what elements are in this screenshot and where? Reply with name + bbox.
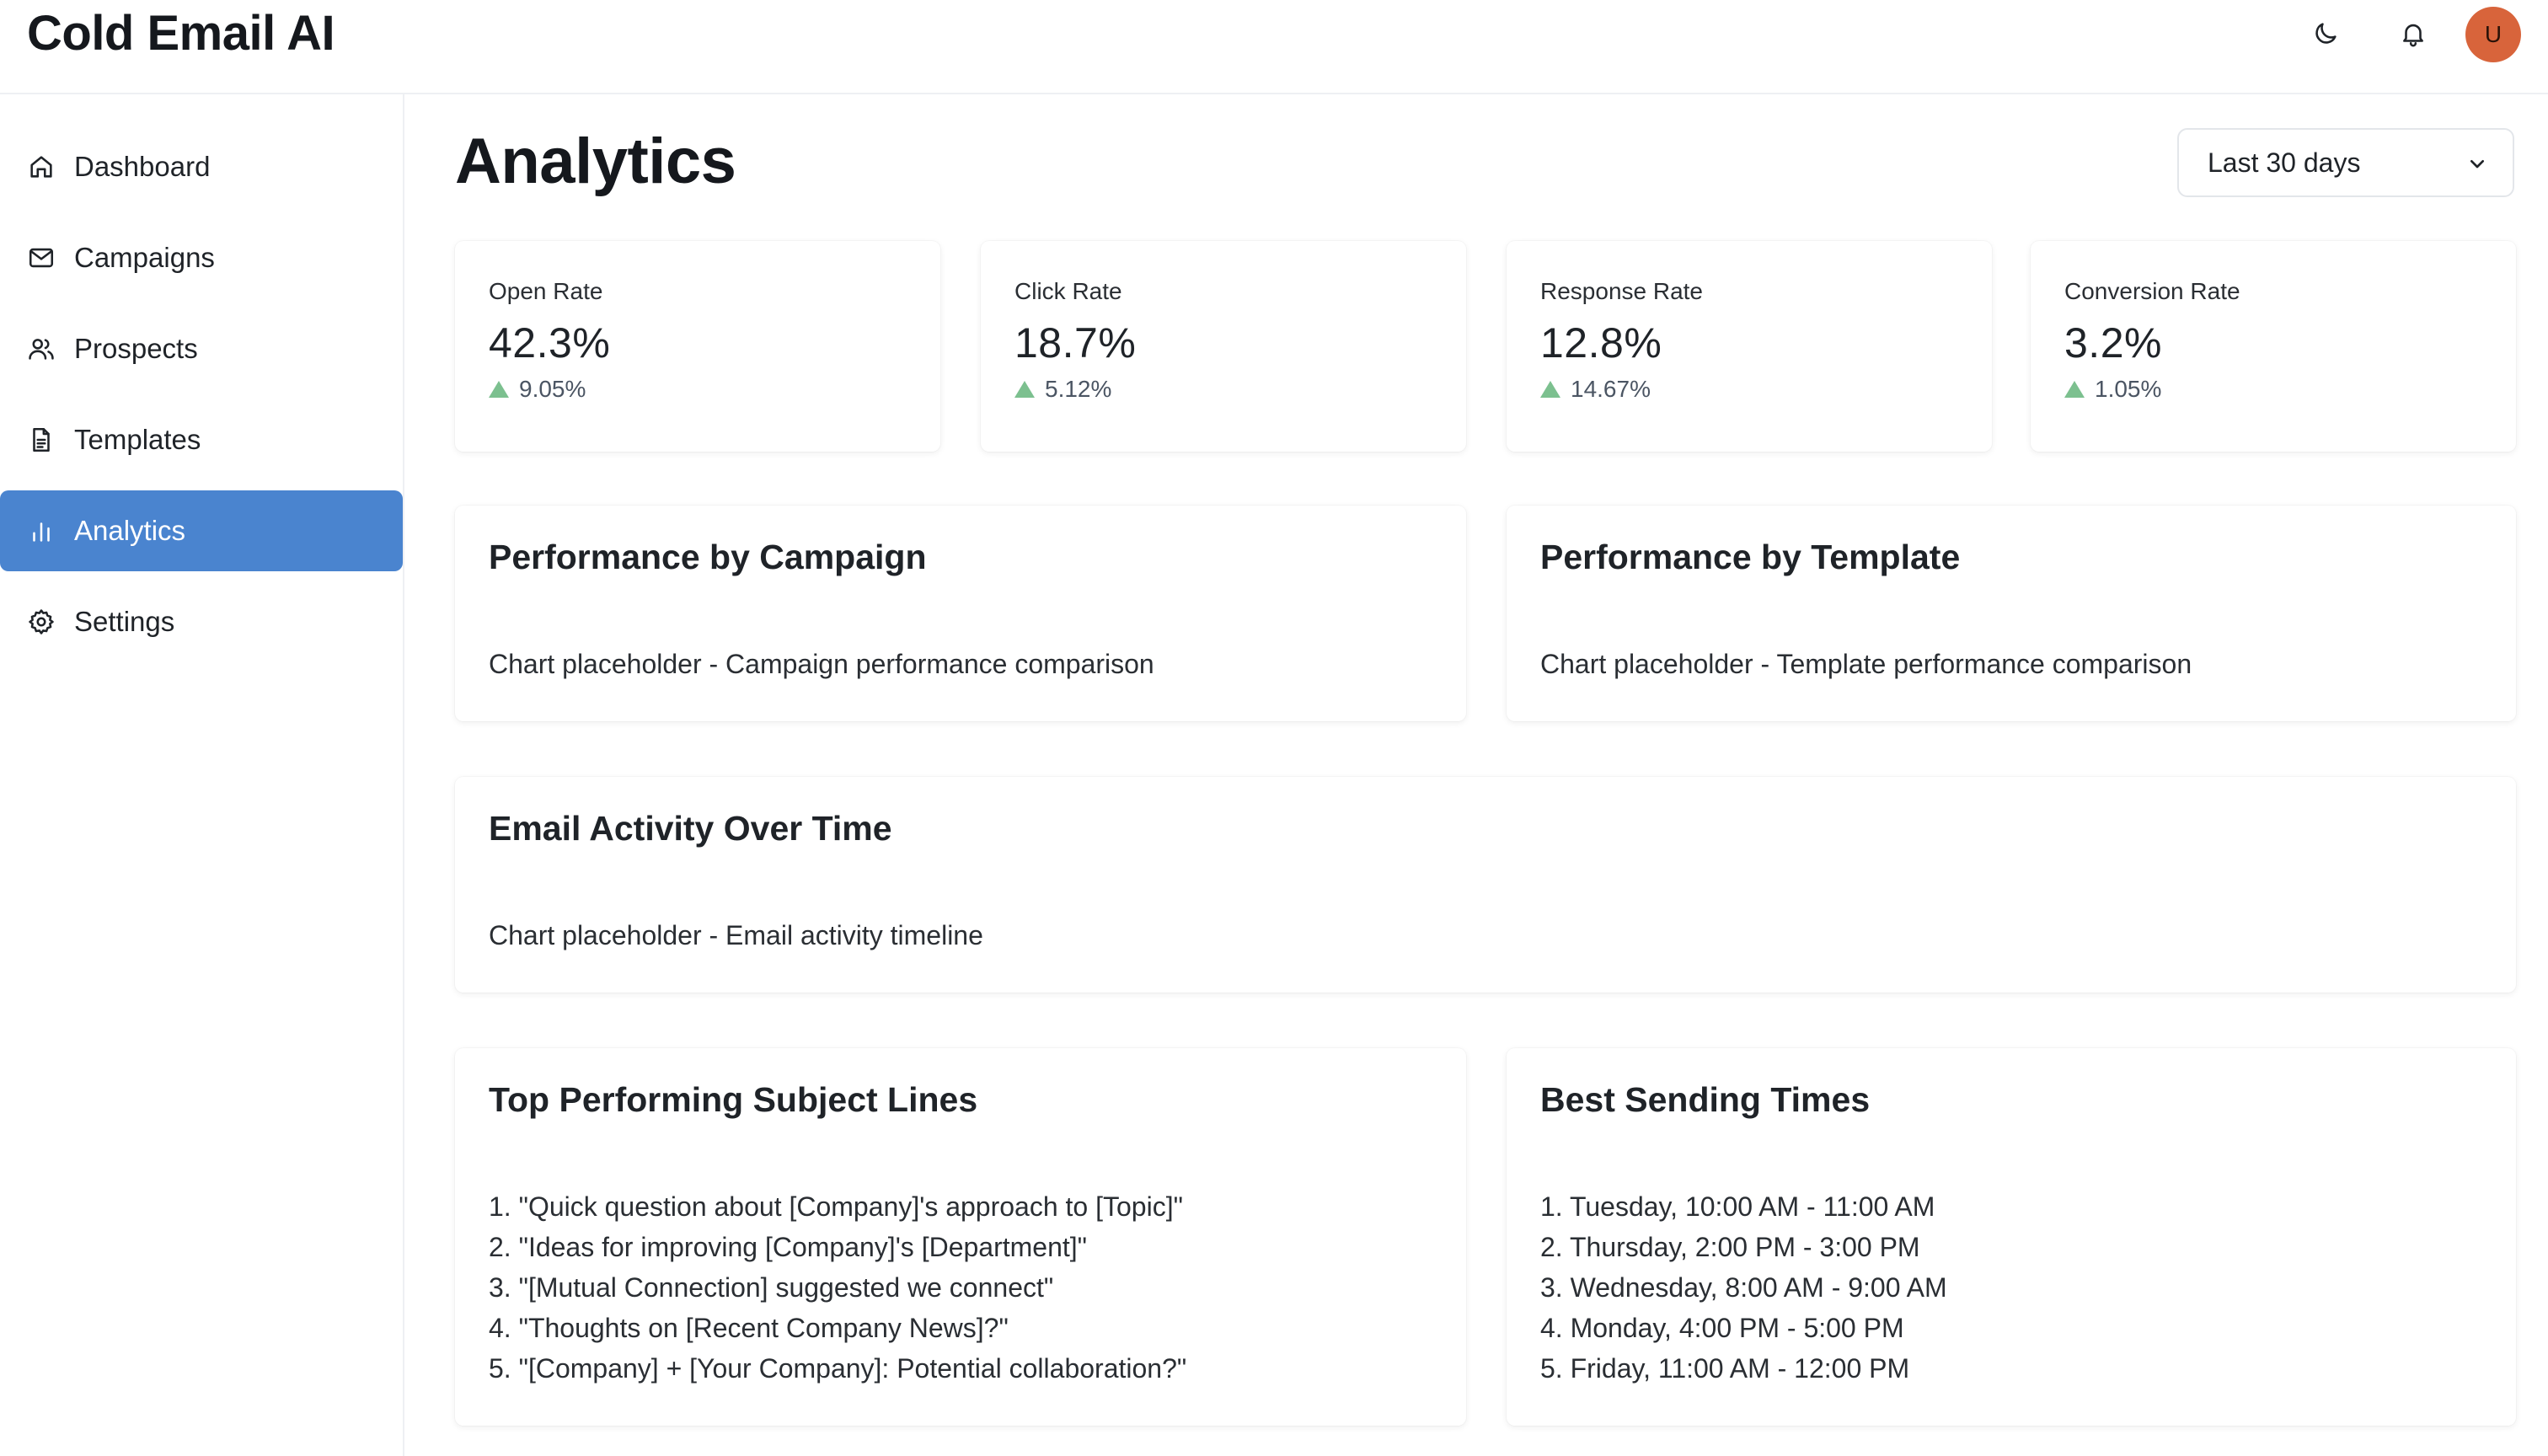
sidebar-item-dashboard[interactable]: Dashboard (0, 126, 403, 207)
chart-placeholder: Chart placeholder - Campaign performance… (489, 649, 1154, 679)
stat-delta: 14.67% (1540, 376, 1651, 403)
stat-label: Conversion Rate (2064, 278, 2240, 304)
chevron-down-icon (2470, 160, 2484, 169)
stat-card-conversion-rate: Conversion Rate 3.2% 1.05% (2031, 241, 2516, 452)
sidebar-item-analytics[interactable]: Analytics (0, 490, 403, 571)
card-title: Performance by Template (1540, 538, 1961, 576)
home-icon (27, 153, 56, 181)
stat-delta: 1.05% (2064, 376, 2161, 403)
bell-icon[interactable] (2391, 12, 2435, 56)
bar-chart-icon (27, 517, 56, 545)
performance-by-template-card: Performance by Template Chart placeholde… (1507, 506, 2516, 721)
stat-delta-value: 5.12% (1045, 376, 1112, 402)
chart-placeholder: Chart placeholder - Template performance… (1540, 649, 2192, 679)
sidebar-item-label: Dashboard (74, 151, 211, 182)
stat-delta: 9.05% (489, 376, 586, 403)
avatar[interactable]: U (2465, 7, 2521, 62)
stat-label: Response Rate (1540, 278, 1704, 304)
page-title: Analytics (455, 126, 736, 197)
date-range-select[interactable]: Last 30 days (2177, 128, 2514, 197)
top-bar: Cold Email AI U (0, 0, 2548, 94)
sidebar-item-label: Analytics (74, 515, 186, 546)
sidebar-item-label: Settings (74, 606, 175, 637)
list-item: 5. Friday, 11:00 AM - 12:00 PM (1540, 1353, 1910, 1384)
stat-value: 12.8% (1540, 319, 1662, 367)
email-activity-card: Email Activity Over Time Chart placehold… (455, 777, 2516, 993)
sidebar-item-prospects[interactable]: Prospects (0, 308, 403, 389)
trend-up-icon (1014, 381, 1035, 398)
stat-label: Click Rate (1014, 278, 1122, 304)
list-item: 3. "[Mutual Connection] suggested we con… (489, 1272, 1054, 1303)
sidebar-item-campaigns[interactable]: Campaigns (0, 217, 403, 298)
list-item: 1. "Quick question about [Company]'s app… (489, 1191, 1183, 1222)
performance-by-campaign-card: Performance by Campaign Chart placeholde… (455, 506, 1466, 721)
stat-delta: 5.12% (1014, 376, 1111, 403)
stat-label: Open Rate (489, 278, 603, 304)
list-item: 4. "Thoughts on [Recent Company News]?" (489, 1313, 1009, 1343)
list-item: 2. "Ideas for improving [Company]'s [Dep… (489, 1232, 1088, 1262)
list-item: 4. Monday, 4:00 PM - 5:00 PM (1540, 1313, 1904, 1343)
stat-delta-value: 9.05% (519, 376, 586, 402)
sidebar: Dashboard Campaigns Prospects Templates … (0, 94, 404, 1456)
trend-up-icon (1540, 381, 1560, 398)
list-item: 2. Thursday, 2:00 PM - 3:00 PM (1540, 1232, 1920, 1262)
stat-value: 18.7% (1014, 319, 1137, 367)
list-item: 1. Tuesday, 10:00 AM - 11:00 AM (1540, 1191, 1935, 1222)
subject-lines-list: 1. "Quick question about [Company]'s app… (489, 1186, 1186, 1389)
sidebar-item-label: Campaigns (74, 242, 215, 273)
top-subject-lines-card: Top Performing Subject Lines 1. "Quick q… (455, 1048, 1466, 1426)
stat-delta-value: 1.05% (2095, 376, 2162, 402)
chart-placeholder: Chart placeholder - Email activity timel… (489, 920, 983, 950)
sidebar-item-label: Prospects (74, 333, 198, 364)
sidebar-item-templates[interactable]: Templates (0, 399, 403, 480)
app-title: Cold Email AI (27, 6, 335, 61)
card-title: Performance by Campaign (489, 538, 927, 576)
stat-card-response-rate: Response Rate 12.8% 14.67% (1507, 241, 1992, 452)
stat-delta-value: 14.67% (1571, 376, 1651, 402)
trend-up-icon (489, 381, 509, 398)
card-title: Best Sending Times (1540, 1080, 1871, 1119)
trend-up-icon (2064, 381, 2085, 398)
mail-icon (27, 244, 56, 272)
card-title: Email Activity Over Time (489, 809, 892, 848)
stat-value: 3.2% (2064, 319, 2162, 367)
users-icon (27, 335, 56, 363)
stat-card-open-rate: Open Rate 42.3% 9.05% (455, 241, 940, 452)
sidebar-item-settings[interactable]: Settings (0, 581, 403, 662)
document-icon (27, 426, 56, 454)
list-item: 3. Wednesday, 8:00 AM - 9:00 AM (1540, 1272, 1947, 1303)
stat-value: 42.3% (489, 319, 611, 367)
date-range-value: Last 30 days (2208, 147, 2361, 178)
best-sending-times-card: Best Sending Times 1. Tuesday, 10:00 AM … (1507, 1048, 2516, 1426)
moon-icon[interactable] (2304, 12, 2347, 56)
gear-icon (27, 608, 56, 636)
sending-times-list: 1. Tuesday, 10:00 AM - 11:00 AM 2. Thurs… (1540, 1186, 1947, 1389)
sidebar-item-label: Templates (74, 424, 201, 455)
card-title: Top Performing Subject Lines (489, 1080, 978, 1119)
stat-card-click-rate: Click Rate 18.7% 5.12% (981, 241, 1466, 452)
list-item: 5. "[Company] + [Your Company]: Potentia… (489, 1353, 1187, 1384)
